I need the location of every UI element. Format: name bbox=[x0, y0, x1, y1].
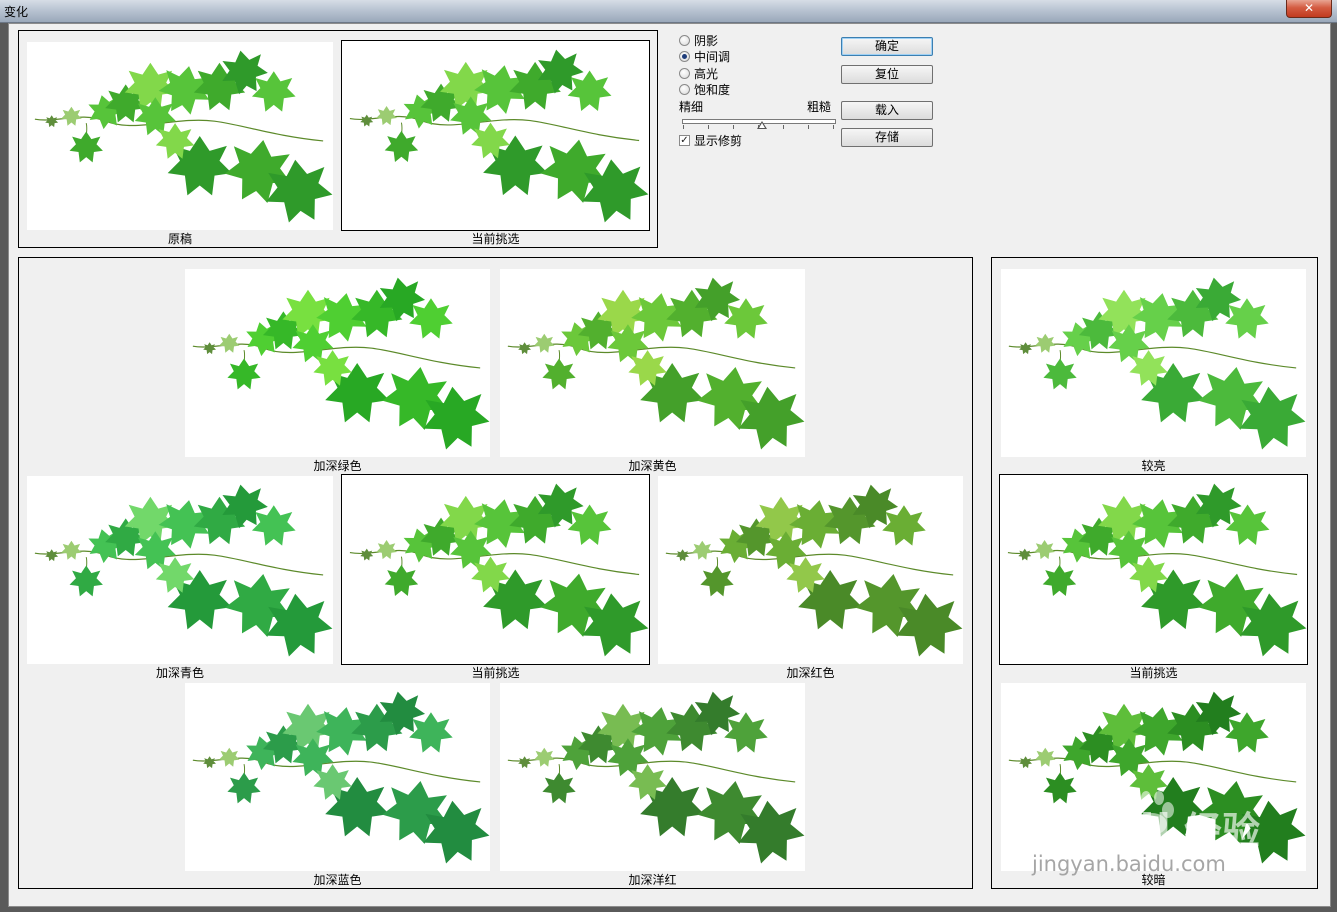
lighter-label: 较亮 bbox=[1141, 459, 1166, 473]
slider-tick bbox=[783, 125, 784, 129]
more-magenta-label: 加深洋红 bbox=[628, 873, 677, 887]
radio-highlights-indicator[interactable] bbox=[679, 68, 690, 79]
slider-thumb[interactable] bbox=[757, 121, 767, 129]
top-current-thumbnail[interactable] bbox=[341, 40, 650, 231]
right-current-variant[interactable]: 当前挑选 bbox=[999, 474, 1308, 680]
more-magenta-variant[interactable]: 加深洋红 bbox=[500, 683, 805, 887]
radio-midtones-label: 中间调 bbox=[694, 50, 731, 64]
more-yellow-thumbnail[interactable] bbox=[500, 269, 805, 457]
radio-highlights-label: 高光 bbox=[694, 67, 719, 81]
more-magenta-thumbnail[interactable] bbox=[500, 683, 805, 871]
load-button[interactable]: 载入 bbox=[841, 101, 933, 120]
original-variant: 原稿 bbox=[27, 42, 333, 246]
radio-shadows-indicator[interactable] bbox=[679, 35, 690, 46]
radio-midtones-indicator[interactable] bbox=[679, 51, 690, 62]
darker-variant[interactable]: 较暗 bbox=[1001, 683, 1306, 887]
darker-thumbnail[interactable] bbox=[1001, 683, 1306, 871]
center-current-thumbnail[interactable] bbox=[341, 474, 650, 665]
top-current-variant[interactable]: 当前挑选 bbox=[341, 40, 650, 246]
radio-saturation-label: 饱和度 bbox=[694, 83, 731, 97]
original-thumbnail bbox=[27, 42, 333, 230]
top-current-label: 当前挑选 bbox=[471, 232, 520, 246]
reset-button[interactable]: 复位 bbox=[841, 65, 933, 84]
more-red-variant[interactable]: 加深红色 bbox=[658, 476, 963, 680]
more-cyan-variant[interactable]: 加深青色 bbox=[27, 476, 333, 680]
more-cyan-thumbnail[interactable] bbox=[27, 476, 333, 664]
slider-coarse-label: 粗糙 bbox=[807, 100, 832, 114]
center-current-variant[interactable]: 当前挑选 bbox=[341, 474, 650, 680]
window-title: 变化 bbox=[4, 5, 29, 19]
show-clipping-label: 显示修剪 bbox=[694, 134, 743, 148]
more-yellow-variant[interactable]: 加深黄色 bbox=[500, 269, 805, 473]
more-blue-label: 加深蓝色 bbox=[313, 873, 362, 887]
more-red-label: 加深红色 bbox=[786, 666, 835, 680]
more-cyan-label: 加深青色 bbox=[155, 666, 204, 680]
more-green-label: 加深绿色 bbox=[313, 459, 362, 473]
more-blue-thumbnail[interactable] bbox=[185, 683, 490, 871]
radio-saturation-indicator[interactable] bbox=[679, 84, 690, 95]
lighter-variant[interactable]: 较亮 bbox=[1001, 269, 1306, 473]
center-current-label: 当前挑选 bbox=[471, 666, 520, 680]
save-button[interactable]: 存储 bbox=[841, 128, 933, 147]
show-clipping-check-box[interactable]: ✓ bbox=[679, 135, 690, 146]
slider-tick bbox=[808, 125, 809, 129]
more-yellow-label: 加深黄色 bbox=[628, 459, 677, 473]
slider-tick bbox=[708, 125, 709, 129]
more-red-thumbnail[interactable] bbox=[658, 476, 963, 664]
ok-button[interactable]: 确定 bbox=[841, 37, 933, 56]
slider-tick bbox=[683, 125, 684, 129]
original-label: 原稿 bbox=[167, 232, 192, 246]
right-current-label: 当前挑选 bbox=[1129, 666, 1178, 680]
more-green-variant[interactable]: 加深绿色 bbox=[185, 269, 490, 473]
more-blue-variant[interactable]: 加深蓝色 bbox=[185, 683, 490, 887]
slider-tick bbox=[733, 125, 734, 129]
darker-label: 较暗 bbox=[1141, 873, 1166, 887]
right-current-thumbnail[interactable] bbox=[999, 474, 1308, 665]
radio-shadows-label: 阴影 bbox=[694, 34, 719, 48]
more-green-thumbnail[interactable] bbox=[185, 269, 490, 457]
slider-fine-label: 精细 bbox=[679, 100, 704, 114]
title-bar: 变化 ✕ bbox=[0, 0, 1337, 23]
close-button[interactable]: ✕ bbox=[1286, 0, 1332, 18]
lighter-thumbnail[interactable] bbox=[1001, 269, 1306, 457]
slider-tick bbox=[833, 125, 834, 129]
